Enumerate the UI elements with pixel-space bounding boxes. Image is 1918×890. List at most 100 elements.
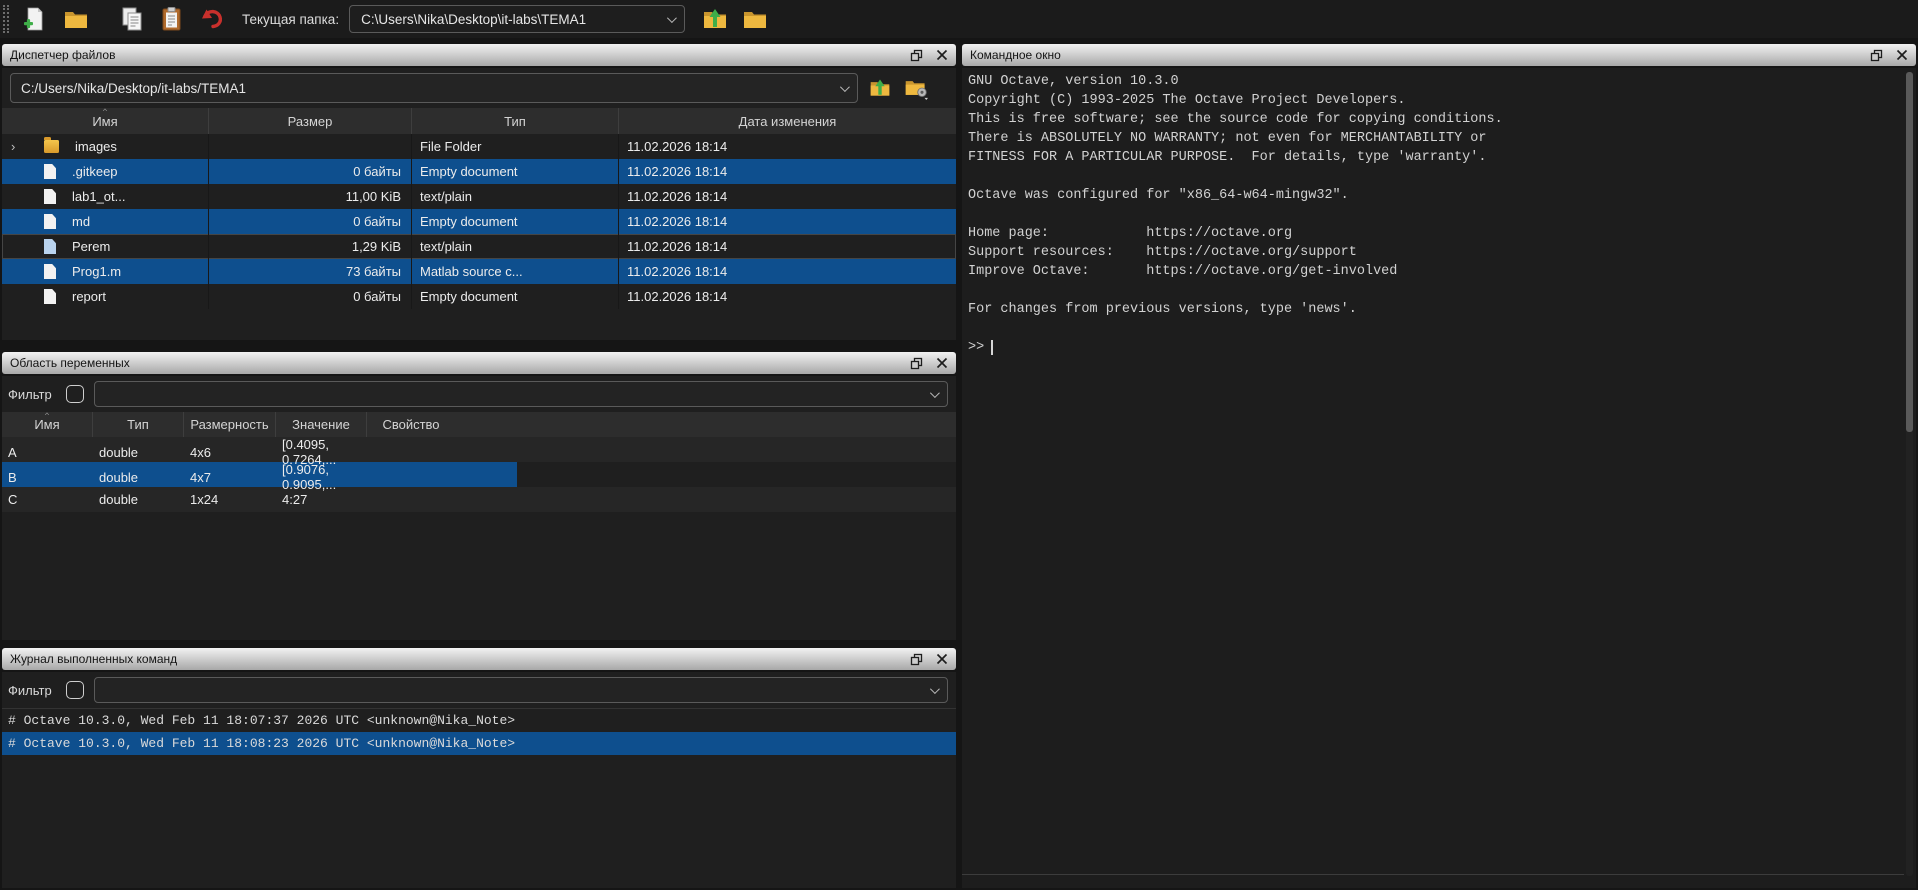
- file-row[interactable]: md 0 байты Empty document 11.02.2026 18:…: [2, 209, 956, 234]
- file-size: 1,29 KiB: [209, 234, 412, 259]
- file-row[interactable]: Perem 1,29 KiB text/plain 11.02.2026 18:…: [2, 234, 956, 259]
- open-file-button[interactable]: [60, 3, 92, 35]
- column-header-value[interactable]: Значение: [276, 412, 367, 437]
- file-name: lab1_ot...: [72, 189, 126, 204]
- column-header-name[interactable]: ^Имя: [2, 108, 209, 134]
- close-icon[interactable]: [1894, 48, 1909, 63]
- expand-chevron-icon[interactable]: ›: [2, 139, 44, 154]
- horizontal-scrollbar[interactable]: [962, 874, 1904, 875]
- command-window-titlebar[interactable]: Командное окно: [962, 44, 1916, 66]
- folder-actions-button[interactable]: [902, 75, 930, 101]
- variable-row[interactable]: A double 4x6 [0.4095, 0.7264,...: [2, 437, 956, 462]
- column-header-date[interactable]: Дата изменения: [619, 108, 956, 134]
- file-type: File Folder: [412, 134, 619, 159]
- workspace-panel: Фильтр ^Имя Тип Размерность Значение Сво…: [2, 376, 956, 640]
- folder-up-button[interactable]: [699, 3, 731, 35]
- chevron-down-icon: [930, 684, 940, 694]
- file-manager-titlebar[interactable]: Диспетчер файлов: [2, 44, 956, 66]
- column-header-size[interactable]: Размер: [209, 108, 412, 134]
- file-type-icon: [44, 264, 56, 279]
- folder-icon: [741, 6, 769, 32]
- file-name-cell: Prog1.m: [2, 259, 209, 284]
- file-name: images: [75, 139, 117, 154]
- file-type-icon: [44, 189, 56, 204]
- variable-dimension: 1x24: [184, 487, 276, 512]
- one-directory-up-button[interactable]: [866, 75, 894, 101]
- column-header-class[interactable]: Тип: [93, 412, 184, 437]
- current-folder-combobox[interactable]: C:\Users\Nika\Desktop\it-labs\TEMA1: [349, 5, 685, 33]
- paste-button[interactable]: [156, 3, 188, 35]
- float-button[interactable]: [909, 356, 924, 371]
- float-button[interactable]: [909, 652, 924, 667]
- copy-button[interactable]: [116, 3, 148, 35]
- column-header-name[interactable]: ^Имя: [2, 412, 93, 437]
- filter-label: Фильтр: [8, 683, 52, 698]
- filter-label: Фильтр: [8, 387, 52, 402]
- file-name: Prog1.m: [72, 264, 121, 279]
- file-size: 0 байты: [209, 284, 412, 309]
- sort-ascending-icon: ^: [103, 108, 107, 115]
- filter-checkbox[interactable]: [66, 385, 84, 403]
- history-titlebar[interactable]: Журнал выполненных команд: [2, 648, 956, 670]
- column-header-type[interactable]: Тип: [412, 108, 619, 134]
- workspace-table-header: ^Имя Тип Размерность Значение Свойство: [2, 412, 956, 437]
- file-type: text/plain: [412, 234, 619, 259]
- folder-gear-icon: [903, 76, 929, 100]
- close-icon[interactable]: [934, 652, 949, 667]
- file-size: [209, 134, 412, 159]
- variable-value: 4:27: [276, 487, 367, 512]
- file-list: › images File Folder 11.02.2026 18:14 .g…: [2, 134, 956, 309]
- variable-row[interactable]: C double 1x24 4:27: [2, 487, 956, 512]
- terminal-prompt-line[interactable]: >>: [968, 338, 993, 357]
- file-name: .gitkeep: [72, 164, 118, 179]
- file-date: 11.02.2026 18:14: [619, 234, 956, 259]
- open-folder-icon: [62, 6, 90, 32]
- file-date: 11.02.2026 18:14: [619, 284, 956, 309]
- file-date: 11.02.2026 18:14: [619, 134, 956, 159]
- variable-attribute: [367, 487, 455, 512]
- workspace-titlebar[interactable]: Область переменных: [2, 352, 956, 374]
- filter-checkbox[interactable]: [66, 681, 84, 699]
- current-folder-label: Текущая папка:: [242, 12, 339, 27]
- undo-button[interactable]: [196, 3, 228, 35]
- float-button[interactable]: [909, 48, 924, 63]
- paste-icon: [159, 6, 185, 32]
- terminal-output: GNU Octave, version 10.3.0 Copyright (C)…: [968, 72, 1902, 319]
- file-row[interactable]: .gitkeep 0 байты Empty document 11.02.20…: [2, 159, 956, 184]
- file-row[interactable]: report 0 байты Empty document 11.02.2026…: [2, 284, 956, 309]
- terminal-cursor: [991, 340, 993, 355]
- float-button[interactable]: [1869, 48, 1884, 63]
- filter-combobox[interactable]: [94, 381, 948, 407]
- command-window-title: Командное окно: [970, 48, 1061, 62]
- main-toolbar: Текущая папка: C:\Users\Nika\Desktop\it-…: [0, 0, 1918, 38]
- column-header-dimension[interactable]: Размерность: [184, 412, 276, 437]
- file-row[interactable]: Prog1.m 73 байты Matlab source c... 11.0…: [2, 259, 956, 284]
- variable-list: A double 4x6 [0.4095, 0.7264,... B doubl…: [2, 437, 956, 512]
- terminal-prompt: >>: [968, 340, 984, 355]
- column-header-attribute[interactable]: Свойство: [367, 412, 455, 437]
- toolbar-drag-handle[interactable]: [3, 5, 9, 33]
- browse-folder-button[interactable]: [739, 3, 771, 35]
- file-row[interactable]: lab1_ot... 11,00 KiB text/plain 11.02.20…: [2, 184, 956, 209]
- scrollbar-thumb[interactable]: [1906, 72, 1913, 432]
- file-date: 11.02.2026 18:14: [619, 209, 956, 234]
- history-entry[interactable]: # Octave 10.3.0, Wed Feb 11 18:08:23 202…: [2, 732, 956, 755]
- file-name: report: [72, 289, 106, 304]
- command-window-panel[interactable]: GNU Octave, version 10.3.0 Copyright (C)…: [962, 68, 1916, 888]
- file-type-icon: [44, 239, 56, 254]
- file-date: 11.02.2026 18:14: [619, 184, 956, 209]
- file-row[interactable]: › images File Folder 11.02.2026 18:14: [2, 134, 956, 159]
- filter-combobox[interactable]: [94, 677, 948, 703]
- close-icon[interactable]: [934, 48, 949, 63]
- file-type: Empty document: [412, 209, 619, 234]
- vertical-scrollbar[interactable]: [1906, 72, 1913, 876]
- close-icon[interactable]: [934, 356, 949, 371]
- variable-row[interactable]: B double 4x7 [0.9076, 0.9095,...: [2, 462, 956, 487]
- new-script-button[interactable]: [18, 3, 50, 35]
- file-type-icon: [44, 140, 59, 153]
- file-name-cell: .gitkeep: [2, 159, 209, 184]
- chevron-down-icon: [840, 82, 850, 92]
- history-entry[interactable]: # Octave 10.3.0, Wed Feb 11 18:07:37 202…: [2, 709, 956, 732]
- file-date: 11.02.2026 18:14: [619, 259, 956, 284]
- file-browser-path-combobox[interactable]: C:/Users/Nika/Desktop/it-labs/TEMA1: [10, 73, 858, 103]
